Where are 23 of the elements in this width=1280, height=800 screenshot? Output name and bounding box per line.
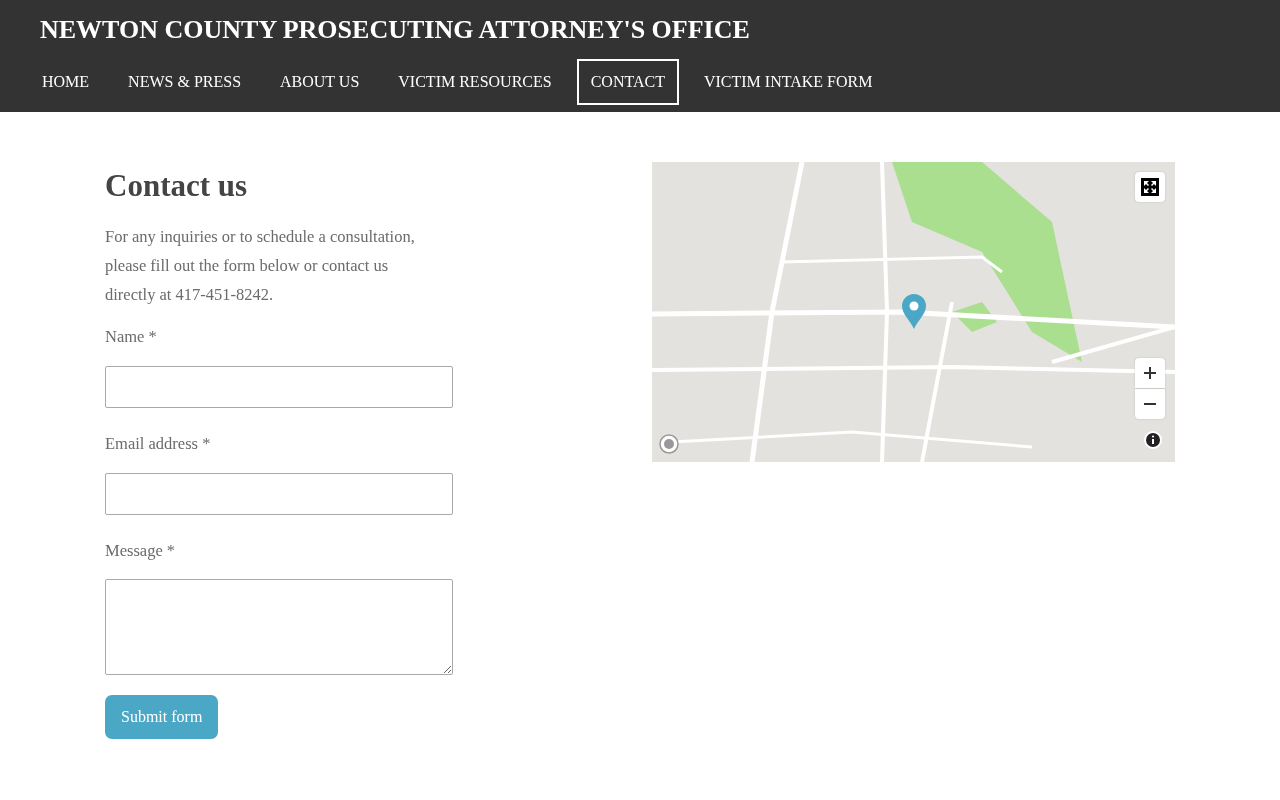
field-label: Name * xyxy=(105,326,158,349)
zoom-out-button[interactable] xyxy=(1135,389,1165,419)
email-field[interactable] xyxy=(105,472,453,515)
info-icon[interactable] xyxy=(1144,431,1162,449)
logo-icon xyxy=(659,434,679,454)
fullscreen-icon xyxy=(1141,178,1159,196)
name-field[interactable] xyxy=(105,365,453,408)
nav-link[interactable]: ABOUT US xyxy=(266,59,374,106)
fullscreen-button[interactable] xyxy=(1135,172,1165,202)
site-title: NEWTON COUNTY PROSECUTING ATTORNEY'S OFFICE xyxy=(40,14,751,46)
plus-icon xyxy=(1144,367,1156,379)
map-pin-icon xyxy=(900,292,928,330)
intro-paragraph: For any inquiries or to schedule a consultation, please fill out the form below or contact us directly at 417-451-8242. xyxy=(105,226,416,307)
page-heading: Contact us xyxy=(105,167,249,205)
nav-link[interactable]: HOME xyxy=(28,59,104,106)
nav-link[interactable]: VICTIM RESOURCES xyxy=(384,59,566,106)
message-field[interactable] xyxy=(105,579,453,676)
zoom-in-button[interactable] xyxy=(1135,358,1165,388)
field-label: Message * xyxy=(105,539,177,562)
field-label: Email address * xyxy=(105,432,212,455)
nav-link[interactable]: CONTACT xyxy=(576,59,679,106)
nav-link[interactable]: VICTIM INTAKE FORM xyxy=(689,59,887,106)
nav-link[interactable]: NEWS & PRESS xyxy=(114,59,256,106)
